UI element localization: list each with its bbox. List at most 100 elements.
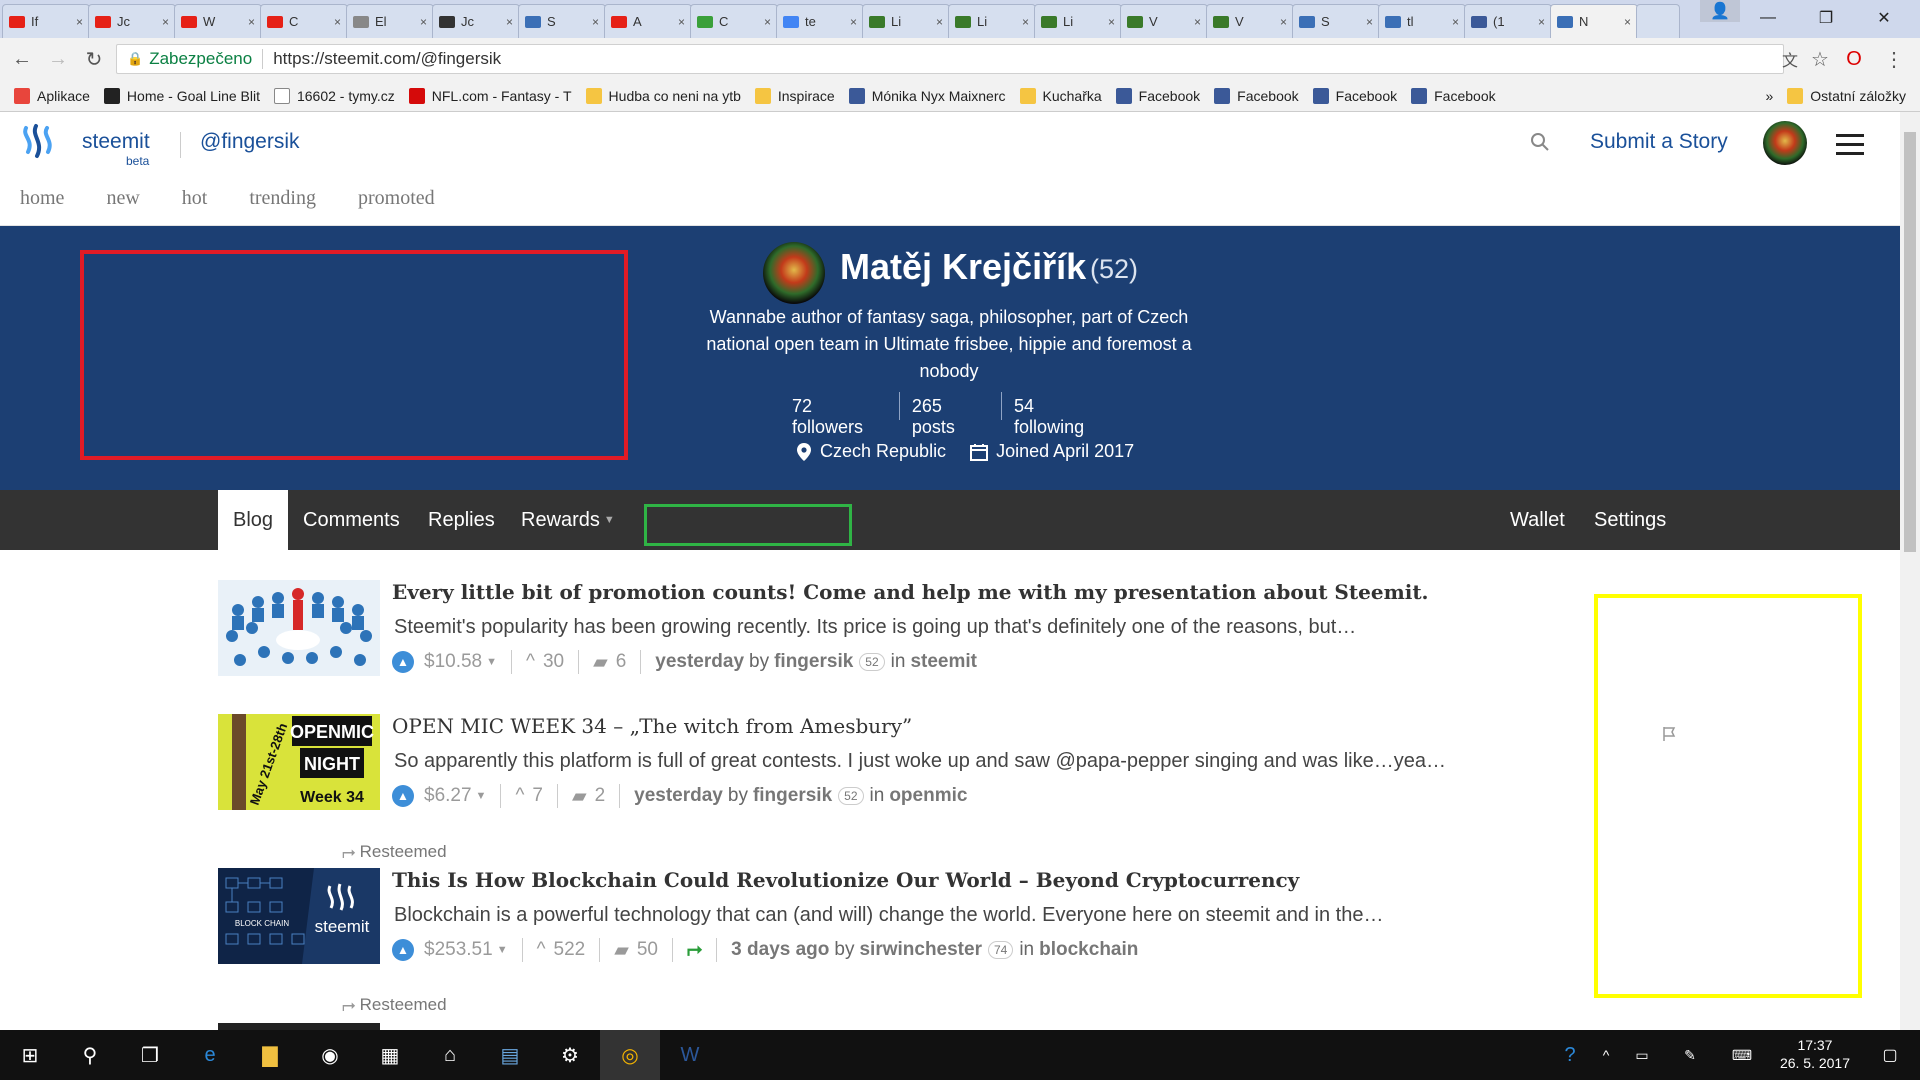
following-link[interactable]: 54 following (1002, 396, 1120, 438)
votes-icon[interactable]: ^ (526, 651, 535, 673)
nav-home[interactable]: home (20, 187, 64, 210)
upvote-icon[interactable]: ▲ (392, 651, 414, 673)
menu-dots-icon[interactable]: ⋮ (1880, 46, 1908, 72)
tab-close-icon[interactable]: × (1538, 15, 1545, 29)
tab-close-icon[interactable]: × (420, 15, 427, 29)
browser-tab[interactable]: Jc × (88, 4, 176, 38)
post-excerpt[interactable]: Blockchain is a powerful technology that… (394, 904, 1383, 927)
bookmark-item[interactable]: Aplikace (14, 87, 90, 104)
browser-tab[interactable]: S × (1292, 4, 1380, 38)
search-icon[interactable] (1530, 132, 1550, 152)
comments-icon[interactable]: ▰ (614, 939, 629, 962)
post-thumbnail[interactable] (218, 580, 380, 676)
bookmark-item[interactable]: Facebook (1115, 87, 1200, 104)
tab-comments[interactable]: Comments (303, 490, 400, 550)
page-scrollbar[interactable] (1900, 112, 1920, 1030)
browser-tab[interactable]: te × (776, 4, 864, 38)
browser-tab[interactable]: S × (518, 4, 606, 38)
submit-story-link[interactable]: Submit a Story (1590, 130, 1728, 154)
media-icon[interactable]: ◉ (300, 1030, 360, 1080)
tab-settings[interactable]: Settings (1594, 490, 1666, 550)
notifications-icon[interactable]: ▢ (1860, 1030, 1920, 1080)
browser-tab[interactable]: A × (604, 4, 692, 38)
tab-replies[interactable]: Replies (428, 490, 495, 550)
post-author[interactable]: fingersik (753, 785, 832, 807)
tab-close-icon[interactable]: × (1022, 15, 1029, 29)
nav-promoted[interactable]: promoted (358, 187, 435, 210)
browser-tab[interactable]: C × (690, 4, 778, 38)
vote-count[interactable]: 522 (554, 939, 586, 961)
tab-close-icon[interactable]: × (1452, 15, 1459, 29)
browser-tab[interactable]: V × (1206, 4, 1294, 38)
tab-blog[interactable]: Blog (218, 490, 289, 550)
bookmark-item[interactable]: Facebook (1411, 87, 1496, 104)
forward-arrow-icon[interactable]: → (44, 46, 72, 72)
vote-count[interactable]: 30 (543, 651, 564, 673)
tab-rewards[interactable]: Rewards ▼ (521, 490, 615, 550)
followers-link[interactable]: 72 followers (780, 396, 899, 438)
payout-value[interactable]: $253.51 (424, 939, 493, 961)
post-author[interactable]: fingersik (774, 651, 853, 673)
taskbar-clock[interactable]: 17:37 26. 5. 2017 (1780, 1036, 1850, 1072)
keyboard-app-icon[interactable]: ▤ (480, 1030, 540, 1080)
bookmark-item[interactable]: Hudba co neni na ytb (585, 87, 741, 104)
keyboard-icon[interactable]: ⌨ (1712, 1030, 1772, 1080)
post-title[interactable]: Every little bit of promotion counts! Co… (392, 580, 1429, 604)
post-title[interactable]: OPEN MIC WEEK 34 – „The witch from Amesb… (392, 714, 912, 738)
browser-tab[interactable]: Li × (1034, 4, 1122, 38)
comments-icon[interactable]: ▰ (593, 651, 608, 674)
caret-down-icon[interactable]: ▼ (476, 790, 487, 802)
browser-tab[interactable]: If × (2, 4, 90, 38)
post-thumbnail[interactable]: OPENMIC NIGHT Week 34 May 21st-28th (218, 714, 380, 810)
url-text[interactable]: https://steemit.com/@fingersik (263, 49, 501, 69)
resteem-icon[interactable]: ⮣ (687, 939, 702, 961)
star-icon[interactable]: ☆ (1806, 46, 1834, 72)
post-excerpt[interactable]: Steemit's popularity has been growing re… (394, 616, 1356, 639)
tab-wallet[interactable]: Wallet (1510, 490, 1565, 550)
tab-close-icon[interactable]: × (936, 15, 943, 29)
caret-down-icon[interactable]: ▼ (497, 944, 508, 956)
tab-close-icon[interactable]: × (678, 15, 685, 29)
payout-value[interactable]: $6.27 (424, 785, 472, 807)
browser-tab[interactable]: Li × (862, 4, 950, 38)
post-time[interactable]: 3 days ago (731, 939, 829, 961)
nav-trending[interactable]: trending (249, 187, 316, 210)
file-explorer-icon[interactable]: ▇ (240, 1030, 300, 1080)
post-category[interactable]: blockchain (1039, 939, 1138, 961)
home-icon[interactable]: ⌂ (420, 1030, 480, 1080)
new-tab-button[interactable] (1636, 4, 1680, 38)
post-author[interactable]: sirwinchester (859, 939, 982, 961)
flag-icon[interactable] (1662, 726, 1676, 742)
browser-tab[interactable]: C × (260, 4, 348, 38)
scrollbar-thumb[interactable] (1904, 132, 1916, 552)
pen-icon[interactable]: ✎ (1660, 1030, 1720, 1080)
tab-close-icon[interactable]: × (76, 15, 83, 29)
post-title[interactable]: This Is How Blockchain Could Revolutioni… (392, 868, 1299, 892)
bookmark-item[interactable]: Facebook (1214, 87, 1299, 104)
nav-new[interactable]: new (106, 187, 139, 210)
post-time[interactable]: yesterday (655, 651, 744, 673)
windows-start-icon[interactable]: ⊞ (0, 1030, 60, 1080)
other-bookmarks[interactable]: Ostatní záložky (1787, 87, 1906, 104)
vote-count[interactable]: 7 (532, 785, 543, 807)
upvote-icon[interactable]: ▲ (392, 939, 414, 961)
tab-close-icon[interactable]: × (1280, 15, 1287, 29)
profile-icon[interactable]: 👤 (1700, 0, 1740, 22)
comments-icon[interactable]: ▰ (572, 785, 587, 808)
chrome-icon[interactable]: ◎ (600, 1030, 660, 1080)
bookmark-item[interactable]: Facebook (1312, 87, 1397, 104)
minimize-button[interactable]: — (1748, 4, 1788, 32)
browser-tab[interactable]: Li × (948, 4, 1036, 38)
caret-down-icon[interactable]: ▼ (486, 656, 497, 668)
tab-close-icon[interactable]: × (506, 15, 513, 29)
close-window-button[interactable]: ✕ (1864, 4, 1904, 32)
reload-icon[interactable]: ↻ (80, 46, 108, 72)
tab-close-icon[interactable]: × (248, 15, 255, 29)
browser-tab[interactable]: V × (1120, 4, 1208, 38)
upvote-icon[interactable]: ▲ (392, 785, 414, 807)
tab-close-icon[interactable]: × (162, 15, 169, 29)
omnibox[interactable]: 🔒 Zabezpečeno https://steemit.com/@finge… (116, 44, 1784, 74)
steam-icon[interactable]: ⚙ (540, 1030, 600, 1080)
tab-close-icon[interactable]: × (1366, 15, 1373, 29)
browser-tab[interactable]: (1 × (1464, 4, 1552, 38)
